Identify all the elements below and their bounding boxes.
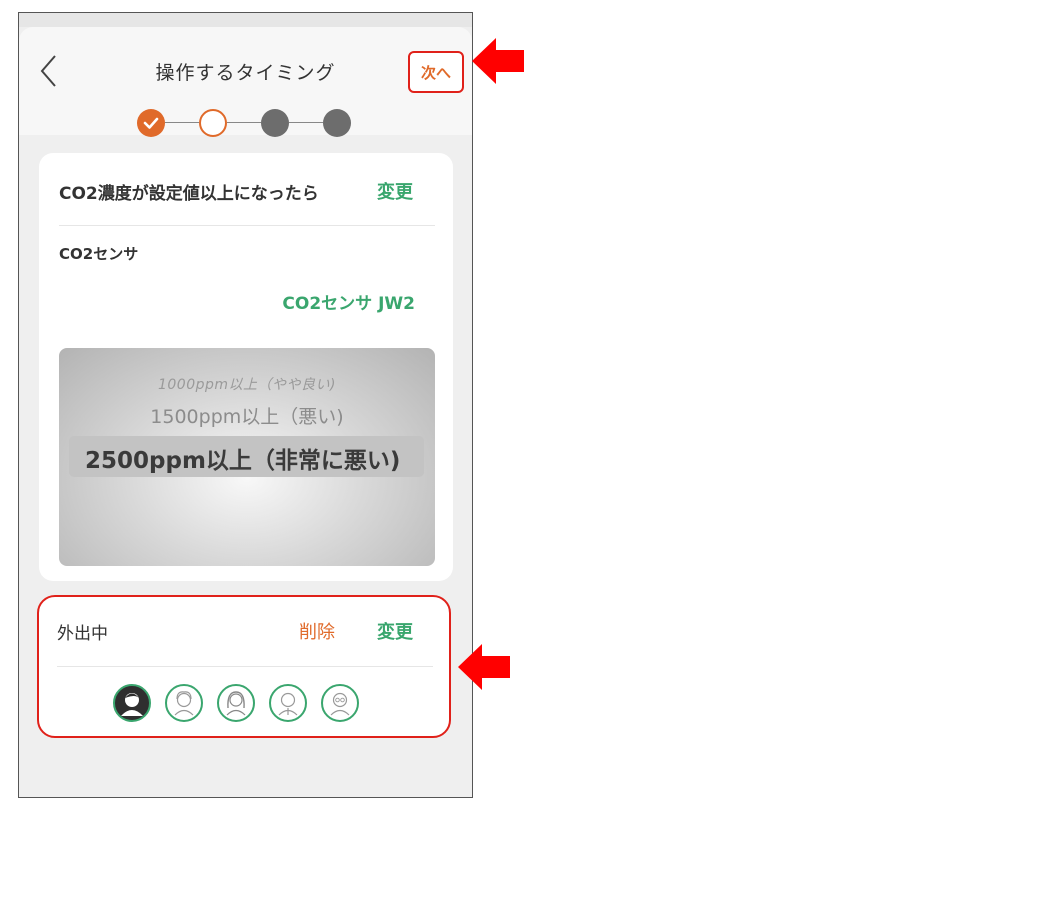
person-icon bbox=[330, 692, 350, 716]
step-connector bbox=[289, 122, 323, 123]
picker-option[interactable]: 1500ppm以上（悪い) bbox=[59, 402, 435, 429]
person-icon bbox=[226, 691, 246, 716]
condition-card: 外出中 削除 変更 bbox=[37, 595, 451, 738]
trigger-card: CO2濃度が設定値以上になったら 変更 CO2センサ CO2センサ JW2 10… bbox=[39, 153, 453, 581]
avatar[interactable] bbox=[321, 684, 359, 722]
avatar[interactable] bbox=[165, 684, 203, 722]
person-icon bbox=[121, 693, 143, 716]
step-connector bbox=[165, 122, 199, 123]
avatar[interactable] bbox=[269, 684, 307, 722]
check-icon bbox=[143, 117, 159, 129]
delete-condition-button[interactable]: 削除 bbox=[299, 618, 335, 644]
picker-option[interactable]: 1000ppm以上（やや良い) bbox=[59, 374, 435, 394]
annotation-arrow-icon bbox=[472, 38, 524, 84]
condition-label: 外出中 bbox=[57, 624, 108, 644]
person-icon bbox=[174, 691, 194, 716]
phone-screen: 操作するタイミング 次へ CO2濃度が設定値以上になったら 変更 CO2センサ … bbox=[18, 12, 473, 798]
step-1-done bbox=[137, 109, 165, 137]
person-icon bbox=[278, 692, 298, 716]
threshold-picker[interactable]: 1000ppm以上（やや良い) 1500ppm以上（悪い) 2500ppm以上（… bbox=[59, 348, 435, 566]
annotation-arrow-icon bbox=[458, 644, 510, 690]
picker-selected-option[interactable]: 2500ppm以上（非常に悪い) bbox=[85, 441, 400, 475]
step-3 bbox=[261, 109, 289, 137]
sensor-label: CO2センサ bbox=[59, 245, 139, 263]
divider bbox=[59, 225, 435, 226]
step-connector bbox=[227, 122, 261, 123]
trigger-condition-label: CO2濃度が設定値以上になったら bbox=[59, 184, 319, 204]
change-trigger-button[interactable]: 変更 bbox=[377, 178, 413, 204]
page-title: 操作するタイミング bbox=[155, 62, 336, 84]
step-2-current bbox=[199, 109, 227, 137]
progress-stepper bbox=[137, 109, 357, 139]
step-4 bbox=[323, 109, 351, 137]
header: 操作するタイミング 次へ bbox=[19, 27, 472, 137]
sensor-select[interactable]: CO2センサ JW2 bbox=[282, 289, 415, 314]
avatar[interactable] bbox=[113, 684, 151, 722]
next-button[interactable]: 次へ bbox=[408, 51, 464, 93]
status-bar-strip bbox=[19, 13, 472, 27]
avatar[interactable] bbox=[217, 684, 255, 722]
change-condition-button[interactable]: 変更 bbox=[377, 618, 413, 644]
avatar-list bbox=[113, 684, 373, 724]
divider bbox=[57, 666, 433, 667]
